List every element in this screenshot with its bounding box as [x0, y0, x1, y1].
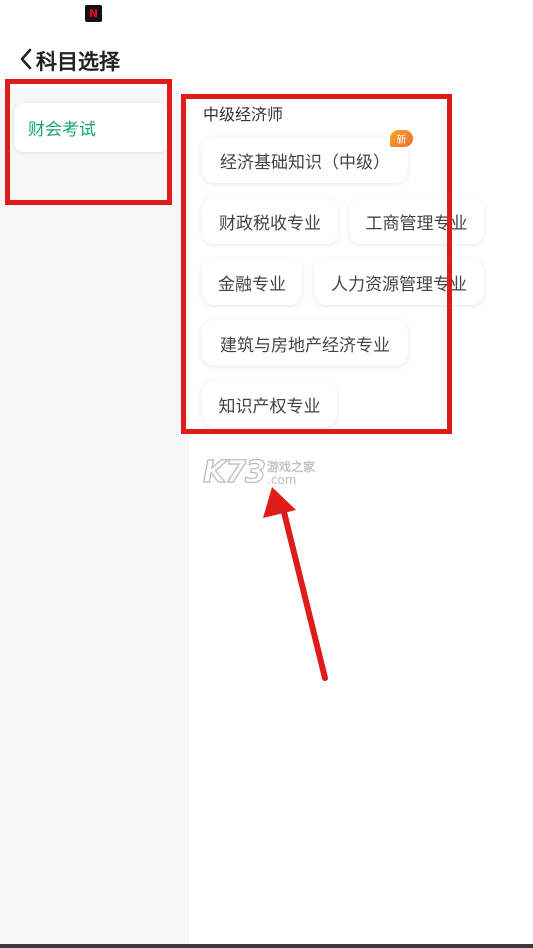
subject-chip-business-admin[interactable]: 工商管理专业 — [349, 198, 484, 244]
back-button[interactable] — [14, 44, 38, 74]
sidebar-item-label: 财会考试 — [28, 120, 96, 140]
netflix-app-icon: N — [85, 5, 102, 22]
subject-chip-intellectual-property[interactable]: 知识产权专业 — [202, 381, 337, 427]
page-title: 科目选择 — [36, 50, 120, 74]
sidebar — [0, 88, 186, 944]
watermark-main-text: K73 — [202, 454, 266, 490]
subject-chip-human-resources[interactable]: 人力资源管理专业 — [314, 259, 484, 305]
chip-label: 金融专业 — [218, 274, 286, 295]
watermark-url-text: .com — [267, 473, 297, 487]
chip-label: 知识产权专业 — [218, 396, 321, 417]
new-badge: 新 — [390, 130, 413, 147]
subject-chip-economic-basics[interactable]: 经济基础知识（中级） — [202, 137, 408, 183]
section-title: 中级经济师 — [203, 105, 284, 124]
chip-label: 建筑与房地产经济专业 — [220, 335, 390, 356]
subject-chip-finance[interactable]: 金融专业 — [202, 259, 302, 305]
app-icon-glyph: N — [88, 7, 99, 20]
subject-chip-real-estate[interactable]: 建筑与房地产经济专业 — [202, 320, 408, 366]
chip-label: 财政税收专业 — [219, 213, 321, 234]
chevron-left-icon — [20, 48, 32, 70]
sidebar-item-finance-exam[interactable]: 财会考试 — [14, 103, 169, 152]
chip-label: 人力资源管理专业 — [331, 274, 467, 295]
chip-label: 工商管理专业 — [365, 213, 468, 234]
watermark-logo: K73 游戏之家 .com — [202, 454, 315, 490]
bottom-bar — [0, 944, 533, 948]
chip-label: 经济基础知识（中级） — [220, 152, 390, 173]
subject-chip-finance-tax[interactable]: 财政税收专业 — [202, 198, 338, 244]
